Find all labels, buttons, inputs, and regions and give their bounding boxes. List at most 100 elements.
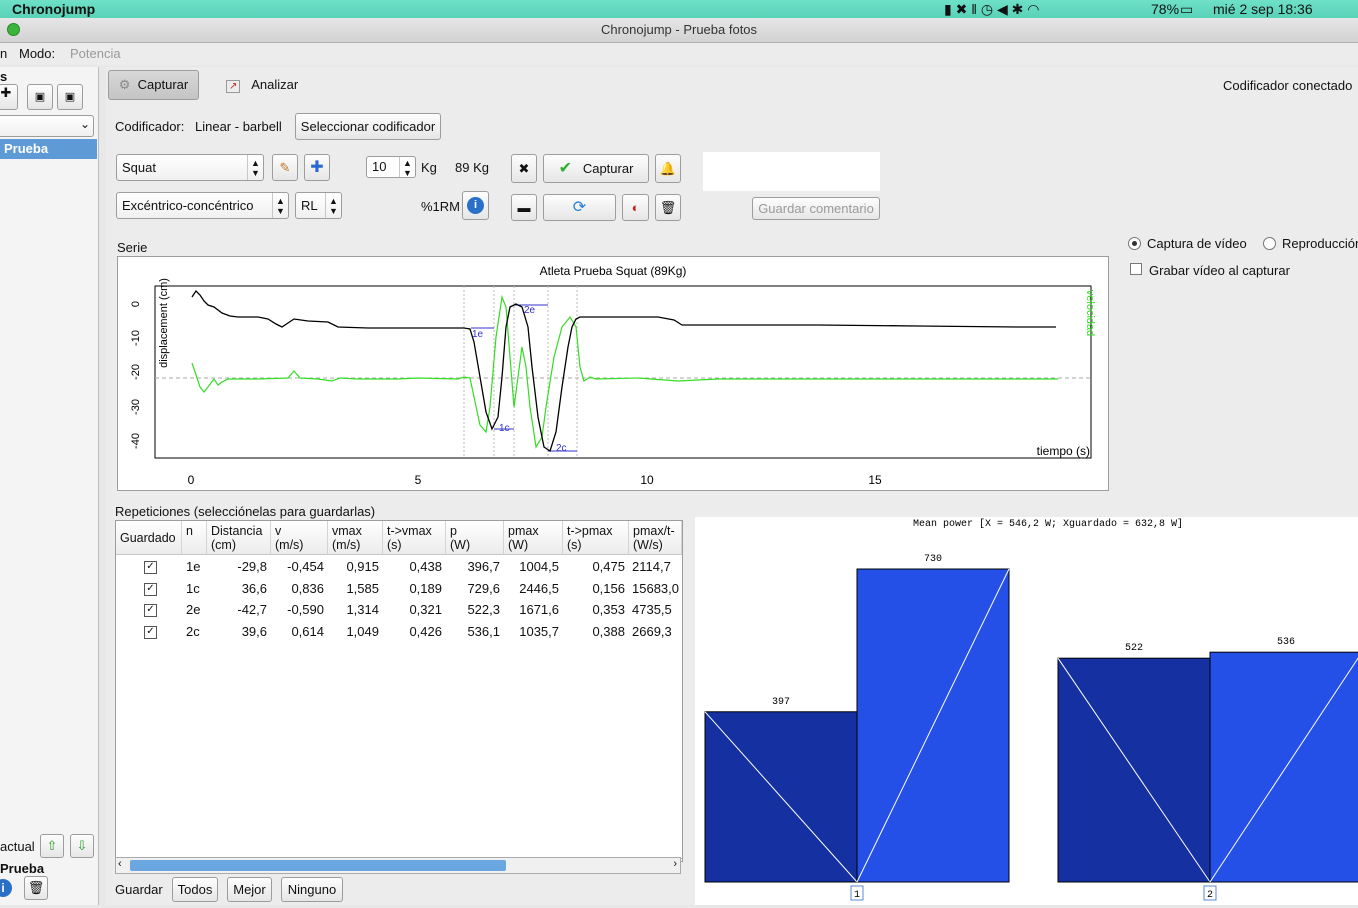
trash-icon[interactable]: 🗑 [24, 876, 48, 900]
table-row[interactable]: ✓ 1c 36,6 0,836 1,585 0,189 729,6 2446,5 0,156 15… [116, 578, 682, 600]
col-header-saved[interactable]: Guardado [116, 521, 182, 555]
cell-p: 536,1 [467, 623, 500, 639]
cell-pmaxt: 4735,5 [632, 602, 672, 617]
app-icons[interactable]: ▮ ✖ ‖ ◷ ◀ ✱ ◠ [944, 0, 1039, 18]
tools-icon: ✖ [518, 161, 530, 176]
cell-tvmax: 0,438 [409, 559, 442, 574]
delete-button[interactable]: 🗑 [655, 194, 681, 221]
video-capture-radio[interactable] [1128, 237, 1141, 250]
velocity-curve [191, 294, 1058, 449]
tab-analyze[interactable]: ↗ Analizar [226, 77, 298, 93]
contraction-selector[interactable]: Excéntrico-concéntrico ▲ ▼ [116, 192, 289, 219]
bell-button[interactable]: 🔔 [655, 154, 681, 183]
y-tick: -10 [130, 330, 142, 346]
record-video-checkbox[interactable] [1130, 263, 1142, 275]
rm-info-button[interactable]: i [462, 191, 489, 220]
bar-value-label: 397 [772, 697, 790, 708]
cell-tpmax: 0,388 [592, 623, 625, 639]
mode-value[interactable]: Potencia [70, 46, 121, 61]
saved-checkbox[interactable]: ✓ [144, 625, 157, 639]
scroll-left-icon[interactable]: ‹ [118, 858, 122, 870]
battery-icon[interactable]: ▭ [1180, 0, 1193, 18]
mode-label: Modo: [19, 46, 56, 61]
x-tick: 15 [868, 473, 882, 487]
select-none-button[interactable]: Ninguno [281, 877, 343, 902]
saved-checkbox[interactable]: ✓ [144, 582, 157, 596]
capture-button[interactable]: ✔ Capturar [543, 154, 649, 183]
add-exercise-button[interactable]: ✚ [304, 154, 330, 181]
col-header-t-vmax[interactable]: t->vmax (s) [383, 521, 446, 555]
table-row[interactable]: ✓ 2c 39,6 0,614 1,049 0,426 536,1 1035,7 0,388 26… [116, 621, 682, 643]
select-encoder-button[interactable]: Seleccionar codificador [295, 113, 441, 140]
tools-button[interactable]: ✖ [511, 154, 537, 183]
y-tick: -40 [130, 433, 142, 449]
cell-pmaxt: 2669,3 [632, 623, 672, 639]
weight-unit: Kg [421, 160, 437, 175]
export-button[interactable]: ◐ [622, 194, 649, 221]
cell-v: 0,614 [291, 623, 324, 639]
saved-checkbox[interactable]: ✓ [144, 561, 157, 574]
saved-checkbox[interactable]: ✓ [144, 604, 157, 617]
select-all-button[interactable]: Todos [172, 877, 218, 902]
clock[interactable]: mié 2 sep 18:36 [1213, 0, 1313, 18]
select-best-button[interactable]: Mejor [227, 877, 272, 902]
mean-power-chart: Mean power [X = 546,2 W; Xguardado = 632… [695, 517, 1358, 905]
cell-vmax: 1,585 [346, 580, 379, 596]
cell-dist: 39,6 [241, 623, 267, 639]
save-label: Guardar [115, 882, 163, 897]
updown-icon: ▲ ▼ [272, 193, 288, 218]
edit-exercise-button[interactable]: ✎ [272, 154, 298, 181]
mode-bar: n Modo: Potencia [0, 43, 1358, 65]
comment-textarea[interactable] [703, 152, 880, 191]
arrow-up-icon[interactable]: ⇧ [40, 834, 64, 858]
bell-icon: 🔔 [659, 161, 677, 176]
group-selector[interactable]: ⌄ [0, 115, 94, 137]
cell-vmax: 1,049 [346, 623, 379, 639]
bar[interactable] [1209, 651, 1358, 883]
save-comment-button[interactable]: Guardar comentario [752, 197, 880, 220]
load-session-button[interactable]: ▣ [27, 84, 53, 110]
x-tick: 5 [415, 473, 422, 487]
cell-tvmax: 0,321 [409, 602, 442, 617]
cell-v: -0,454 [287, 559, 324, 574]
col-header-v[interactable]: v (m/s) [271, 521, 328, 555]
encoder-label: Codificador: [115, 119, 185, 134]
col-header-n[interactable]: n [182, 521, 207, 555]
sidebar-header: s [0, 69, 8, 84]
col-header-distance[interactable]: Distancia (cm) [207, 521, 271, 555]
recalculate-button[interactable]: ⟳ [543, 194, 616, 221]
scroll-right-icon[interactable]: › [673, 858, 677, 870]
add-person-button[interactable]: ✚ [0, 84, 18, 110]
signal-graph[interactable]: 1e 1c 2e 2c Atleta Prueba Squat (89Kg) t… [117, 256, 1109, 491]
edit-session-button[interactable]: ▣ [57, 84, 83, 110]
col-header-t-pmax[interactable]: t->pmax (s) [563, 521, 629, 555]
arrow-down-icon[interactable]: ⇩ [70, 834, 94, 858]
video-playback-radio[interactable] [1263, 237, 1276, 250]
table-row[interactable]: ✓ 1e -29,8 -0,454 0,915 0,438 396,7 1004,5 0,475… [116, 556, 682, 578]
table-row[interactable]: ✓ 2e -42,7 -0,590 1,314 0,321 522,3 1671,6 0,353… [116, 599, 682, 621]
app-name[interactable]: Chronojump [12, 0, 95, 18]
col-header-pmax[interactable]: pmax (W) [504, 521, 563, 555]
cell-tvmax: 0,426 [409, 623, 442, 639]
updown-icon: ▲ ▼ [325, 193, 341, 218]
bar-value-label: 536 [1277, 637, 1295, 648]
laterality-selector[interactable]: RL ▲ ▼ [295, 192, 342, 219]
col-header-p[interactable]: p (W) [446, 521, 504, 555]
open-folder-button[interactable]: ▬ [511, 194, 537, 221]
exercise-selector[interactable]: Squat ▲ ▼ [116, 154, 264, 181]
cell-pmaxt: 15683,0 [632, 580, 679, 596]
y-tick: -30 [130, 399, 142, 415]
displacement-curve [191, 289, 1056, 453]
folder-icon: ▬ [517, 200, 531, 215]
tab-capture[interactable]: ⚙ Capturar [108, 70, 199, 100]
person-list-item-selected[interactable]: Prueba [0, 139, 97, 159]
battery-level[interactable]: 78% [1151, 0, 1179, 18]
horizontal-scrollbar[interactable]: ‹ › [115, 857, 681, 874]
scrollbar-thumb[interactable] [130, 860, 506, 871]
weight-input[interactable]: 10 ▲ ▼ [366, 156, 416, 178]
current-label: actual [0, 839, 35, 854]
info-icon[interactable]: i [0, 879, 12, 897]
col-header-pmax-t[interactable]: pmax/t- (W/s) [629, 521, 682, 555]
col-header-vmax[interactable]: vmax (m/s) [328, 521, 383, 555]
window-title: Chronojump - Prueba fotos [600, 22, 758, 37]
